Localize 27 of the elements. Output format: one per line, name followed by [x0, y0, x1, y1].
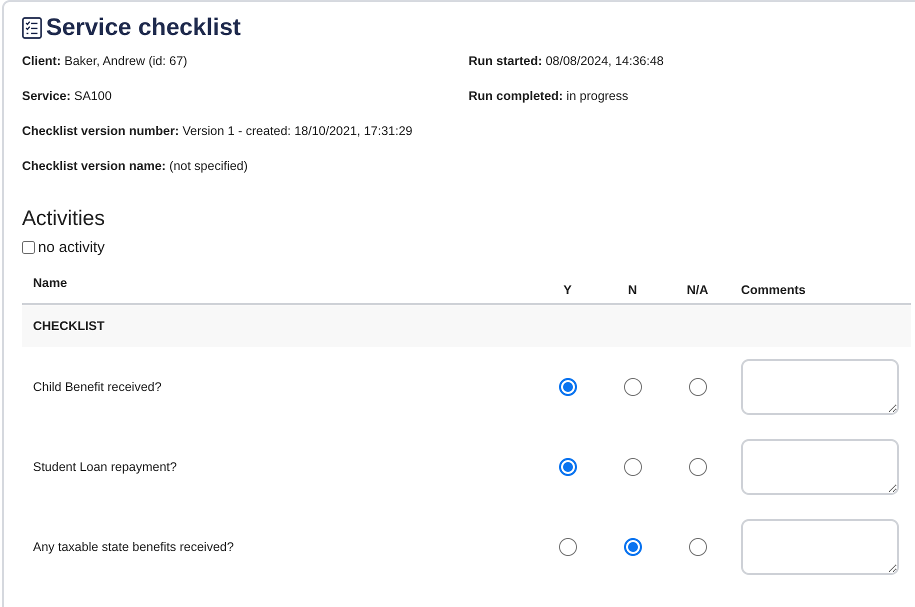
checklist-icon [22, 17, 42, 39]
detail-text: Client: Baker, Andrew (id: 67) [22, 54, 188, 70]
radio-button[interactable] [624, 378, 642, 396]
radio-button[interactable] [624, 458, 642, 476]
checkbox-label: no activity [38, 239, 105, 256]
page-title: Service checklist [46, 14, 241, 42]
detail-text: Run completed: in progress [468, 89, 630, 105]
table-cell: Child Benefit received? [22, 347, 535, 427]
radio-button[interactable] [624, 538, 642, 556]
no-activity-checkbox[interactable] [22, 241, 35, 254]
table-cell-text: Student Loan repayment? [32, 459, 178, 476]
section-heading: Activities [22, 207, 106, 231]
detail-text: Checklist version number: Version 1 - created: 18/10/2021, 17:31:29 [22, 124, 414, 140]
radio-button[interactable] [688, 378, 706, 396]
radio-button[interactable] [558, 458, 576, 476]
comment-field[interactable] [741, 359, 899, 415]
comment-field[interactable] [741, 439, 899, 495]
detail-text: Service: SA100 [22, 89, 113, 105]
radio-button[interactable] [558, 378, 576, 396]
comment-field[interactable] [741, 519, 899, 575]
radio-button[interactable] [558, 538, 576, 556]
section-row: CHECKLIST [22, 304, 911, 347]
radio-button[interactable] [688, 538, 706, 556]
detail-text: Checklist version name: (not specified) [22, 159, 249, 175]
radio-button[interactable] [688, 458, 706, 476]
table-cell-text: Any taxable state benefits received? [32, 539, 235, 556]
detail-text: Run started: 08/08/2024, 14:36:48 [468, 54, 665, 70]
